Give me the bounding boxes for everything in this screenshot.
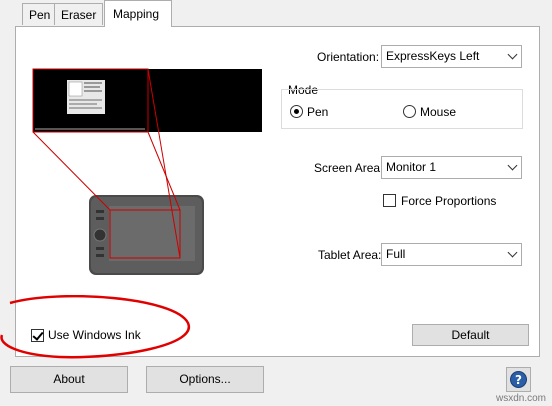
options-button[interactable]: Options... (146, 366, 264, 393)
about-button-label: About (53, 372, 85, 386)
help-button[interactable]: ? (506, 367, 531, 392)
default-button[interactable]: Default (412, 324, 529, 346)
tablet-area-dropdown[interactable]: Full (381, 243, 522, 266)
tablet-area-value: Full (386, 247, 406, 261)
screen-area-label: Screen Area: (314, 161, 384, 175)
force-proportions-checkbox[interactable] (383, 194, 396, 207)
mapping-illustration (32, 68, 262, 275)
svg-text:?: ? (515, 373, 522, 387)
tab-eraser[interactable]: Eraser (54, 3, 104, 25)
watermark-text: wsxdn.com (496, 393, 547, 404)
tab-eraser-label: Eraser (61, 8, 97, 22)
mode-pen-radio[interactable] (290, 105, 303, 118)
chevron-down-icon (507, 49, 518, 60)
mode-mouse-radio[interactable] (403, 105, 416, 118)
question-mark-icon: ? (510, 371, 527, 388)
about-button[interactable]: About (10, 366, 128, 393)
tablet-area-label: Tablet Area: (318, 248, 382, 262)
screen-area-dropdown[interactable]: Monitor 1 (381, 156, 522, 179)
default-button-label: Default (451, 328, 490, 342)
annotation-ellipse (0, 295, 191, 359)
tab-mapping-label: Mapping (113, 7, 160, 21)
chevron-down-icon (507, 160, 518, 171)
mode-pen-label: Pen (307, 105, 329, 119)
orientation-value: ExpressKeys Left (386, 49, 480, 63)
orientation-dropdown[interactable]: ExpressKeys Left (381, 45, 522, 68)
tab-mapping[interactable]: Mapping (104, 0, 172, 27)
radio-selected-dot (294, 109, 299, 114)
mode-mouse-label: Mouse (420, 105, 457, 119)
tab-pen-label: Pen (29, 8, 51, 22)
tab-pen[interactable]: Pen (22, 3, 58, 25)
force-proportions-label: Force Proportions (401, 194, 497, 208)
screen-area-value: Monitor 1 (386, 160, 437, 174)
options-button-label: Options... (179, 372, 231, 386)
chevron-down-icon (507, 247, 518, 258)
orientation-label: Orientation: (317, 50, 380, 64)
